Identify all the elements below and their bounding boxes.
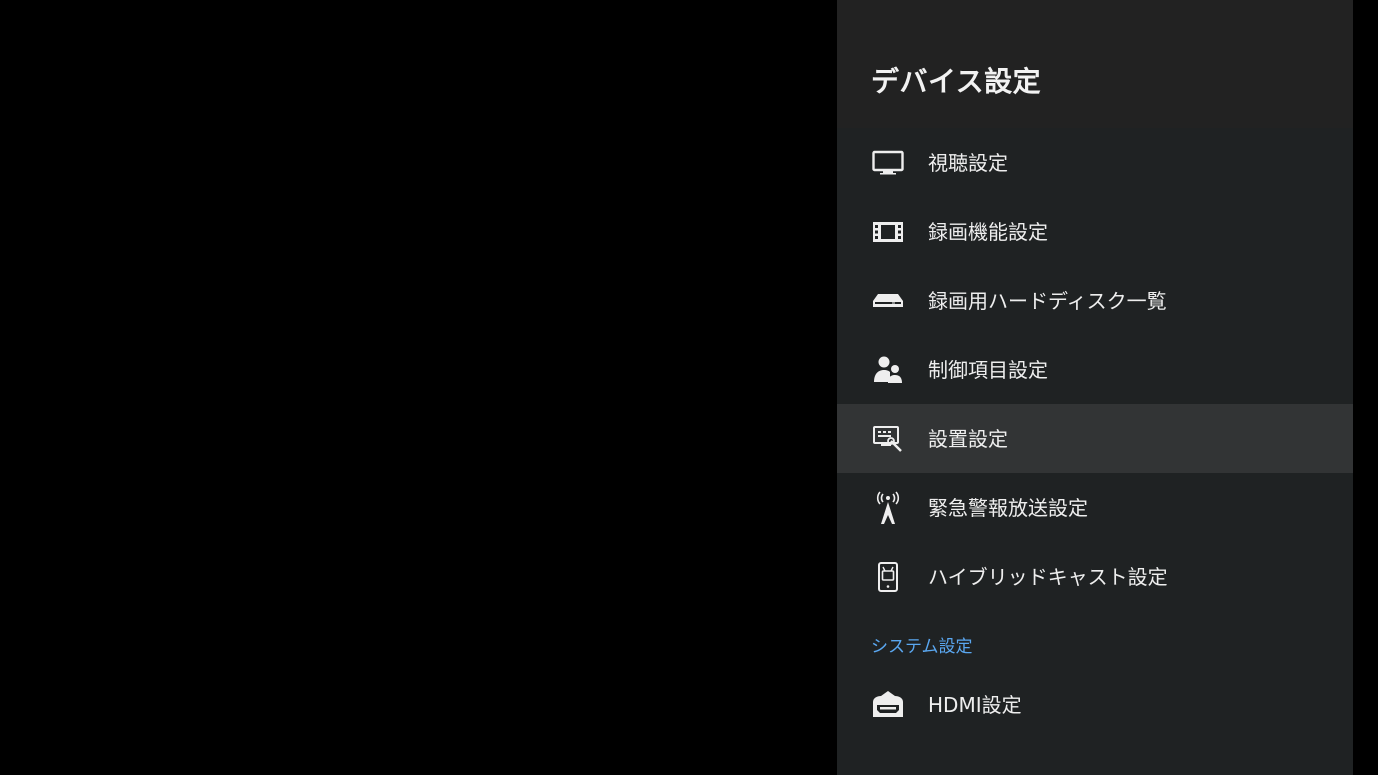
tv-monitor-icon <box>871 148 905 178</box>
menu-item-control-settings[interactable]: 制御項目設定 <box>837 335 1353 404</box>
menu-item-label: 視聴設定 <box>928 150 1008 175</box>
menu-item-partial <box>837 739 1353 775</box>
panel-header: デバイス設定 <box>837 0 1353 128</box>
menu-item-label: 録画用ハードディスク一覧 <box>928 288 1167 313</box>
menu-item-label: 緊急警報放送設定 <box>928 495 1088 520</box>
menu-item-label: HDMI設定 <box>928 692 1022 717</box>
panel-title: デバイス設定 <box>871 65 1042 98</box>
section-title: システム設定 <box>871 637 973 657</box>
broadcast-antenna-icon <box>871 490 905 524</box>
settings-panel: デバイス設定 視聴設定 録画機能設定 録画用ハードディスク一覧 制御項目設定 設… <box>837 0 1353 775</box>
menu-item-label: ハイブリッドキャスト設定 <box>928 564 1168 589</box>
hybridcast-icon <box>871 561 905 592</box>
tv-screen: デバイス設定 視聴設定 録画機能設定 録画用ハードディスク一覧 制御項目設定 設… <box>0 0 1378 775</box>
installation-tools-icon <box>871 424 905 454</box>
menu-item-emergency-broadcast-settings[interactable]: 緊急警報放送設定 <box>837 473 1353 542</box>
section-header-system: システム設定 <box>837 611 1353 670</box>
menu-item-label: 設置設定 <box>928 426 1008 451</box>
menu-item-hybridcast-settings[interactable]: ハイブリッドキャスト設定 <box>837 542 1353 611</box>
hdmi-connector-icon <box>871 690 905 720</box>
menu-item-label: 録画機能設定 <box>928 219 1048 244</box>
menu-item-recording-hdd-list[interactable]: 録画用ハードディスク一覧 <box>837 266 1353 335</box>
hard-disk-icon <box>871 286 905 316</box>
menu-item-installation-settings[interactable]: 設置設定 <box>837 404 1353 473</box>
menu-item-viewing-settings[interactable]: 視聴設定 <box>837 128 1353 197</box>
device-settings-menu: 視聴設定 録画機能設定 録画用ハードディスク一覧 制御項目設定 設置設定 緊急警… <box>837 128 1353 775</box>
menu-item-recording-settings[interactable]: 録画機能設定 <box>837 197 1353 266</box>
film-strip-icon <box>871 217 905 247</box>
menu-item-label: 制御項目設定 <box>928 357 1048 382</box>
users-icon <box>871 355 905 385</box>
menu-item-hdmi-settings[interactable]: HDMI設定 <box>837 670 1353 739</box>
